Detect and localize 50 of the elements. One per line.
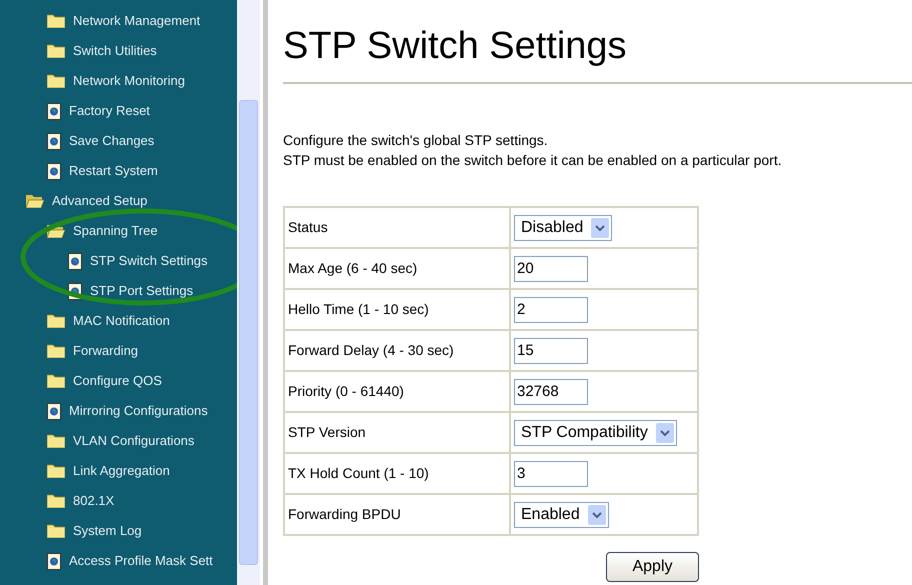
tree-item[interactable]: Network Management: [73, 11, 200, 31]
tree-item[interactable]: Switch Utilities: [73, 41, 157, 61]
document-globe-icon: [47, 162, 61, 180]
setting-label: TX Hold Count (1 - 10): [284, 453, 510, 494]
input-field[interactable]: 20: [514, 256, 588, 282]
document-globe-icon: [47, 132, 61, 150]
tree-item[interactable]: Configure QOS: [73, 371, 162, 391]
tree-item[interactable]: Advanced Setup: [52, 191, 148, 211]
setting-label: Forwarding BPDU: [284, 494, 510, 535]
tree-item[interactable]: 802.1X: [73, 491, 114, 511]
document-globe-icon: [47, 552, 61, 570]
document-globe-icon: [47, 402, 61, 420]
dropdown[interactable]: Disabled: [514, 214, 612, 240]
tree-item[interactable]: MAC Notification: [73, 311, 170, 331]
tree-item[interactable]: STP Switch Settings: [90, 251, 208, 271]
tree-item[interactable]: Access Profile Mask Sett: [69, 551, 213, 571]
tree-item[interactable]: STP Port Settings: [90, 281, 194, 301]
scrollbar[interactable]: [237, 0, 260, 585]
tree-item[interactable]: Spanning Tree: [73, 221, 158, 241]
setting-label: Status: [284, 207, 510, 248]
setting-label: Priority (0 - 61440): [284, 371, 510, 412]
tree-item[interactable]: Factory Reset: [69, 101, 150, 121]
scrollbar-thumb[interactable]: [239, 100, 258, 565]
setting-label: STP Version: [284, 412, 510, 453]
input-field[interactable]: 2: [514, 296, 588, 322]
tree-item[interactable]: Mirroring Configurations: [69, 401, 208, 421]
input-field[interactable]: 32768: [514, 378, 588, 404]
apply-button[interactable]: Apply: [606, 552, 699, 582]
input-field[interactable]: 3: [514, 460, 588, 486]
description-text: STP must be enabled on the switch before it can be enabled on a particular port.: [283, 151, 783, 170]
setting-label: Max Age (6 - 40 sec): [284, 248, 510, 289]
page-title: STP Switch Settings: [283, 24, 628, 69]
chevron-down-icon: [588, 504, 606, 524]
chevron-down-icon: [656, 422, 674, 442]
tree-item[interactable]: Forwarding: [73, 341, 138, 361]
dropdown[interactable]: STP Compatibility: [514, 420, 677, 446]
tree-item[interactable]: Link Aggregation: [73, 461, 170, 481]
input-field[interactable]: 15: [514, 338, 588, 364]
setting-label: Hello Time (1 - 10 sec): [284, 289, 510, 330]
dropdown[interactable]: Enabled: [514, 502, 609, 528]
document-globe-icon: [47, 102, 61, 120]
description-text: Configure the switch's global STP settings.: [283, 131, 549, 150]
setting-label: Forward Delay (4 - 30 sec): [284, 330, 510, 371]
tree-item[interactable]: Network Monitoring: [73, 71, 185, 91]
document-globe-icon: [68, 252, 82, 270]
tree-item[interactable]: System Log: [73, 521, 142, 541]
chevron-down-icon: [591, 218, 610, 238]
tree-item[interactable]: Restart System: [69, 161, 158, 181]
tree-item[interactable]: VLAN Configurations: [73, 431, 194, 451]
tree-item[interactable]: Save Changes: [69, 131, 154, 151]
